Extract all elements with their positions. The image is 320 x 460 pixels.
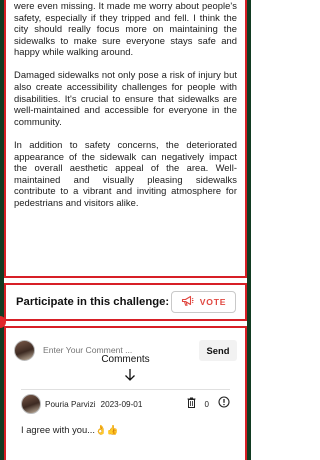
comment-header: Pouria Parvizi 2023-09-01 0 (21, 390, 230, 414)
comments-heading-label: Comments (101, 354, 150, 365)
comment-item: Pouria Parvizi 2023-09-01 0 I agree with… (21, 389, 230, 439)
participate-title: Participate in this challenge: (16, 296, 170, 308)
comment-actions: 0 (187, 395, 230, 413)
page-edge-right (247, 0, 251, 460)
story-paragraph: Damaged sidewalks not only pose a risk o… (14, 69, 237, 127)
comment-like-count: 0 (204, 399, 209, 409)
comment-author-avatar (21, 394, 41, 414)
comment-text: I agree with you...👌👍 (21, 424, 119, 435)
story-text-panel: were even missing. It made me worry abou… (4, 0, 247, 278)
comments-heading: Comments (6, 354, 245, 365)
vote-button[interactable]: VOTE (171, 291, 236, 313)
megaphone-icon (181, 295, 194, 310)
vote-label: VOTE (199, 297, 227, 307)
comment-date: 2023-09-01 (100, 399, 143, 409)
story-paragraph: In addition to safety concerns, the dete… (14, 138, 237, 208)
participate-bar: Participate in this challenge: VOTE (4, 283, 247, 321)
story-paragraph: were even missing. It made me worry abou… (14, 0, 237, 58)
report-icon[interactable] (218, 395, 230, 413)
trash-icon[interactable] (187, 395, 196, 413)
comment-author: Pouria Parvizi (45, 399, 96, 409)
comments-panel: Send Comments Pouria Parvizi 2023-09-01 … (4, 326, 247, 460)
arrow-down-icon[interactable] (124, 368, 136, 387)
